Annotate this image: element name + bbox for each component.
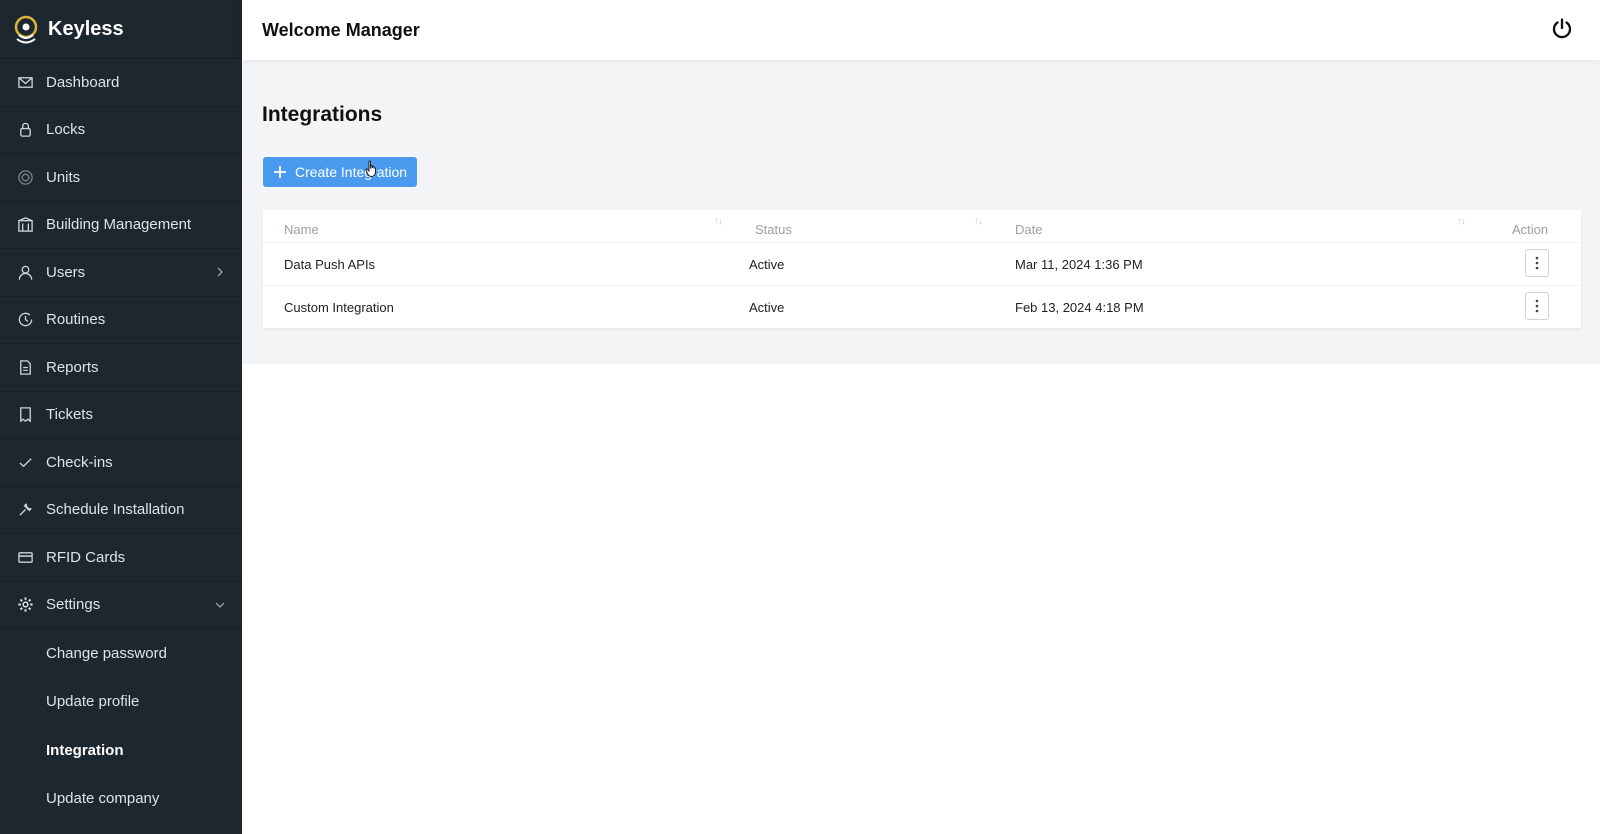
brand[interactable]: Keyless bbox=[0, 0, 242, 59]
units-icon bbox=[16, 168, 34, 186]
sidebar-item-tickets[interactable]: Tickets bbox=[0, 392, 242, 439]
sidebar-item-label: Tickets bbox=[46, 406, 93, 424]
page-title: Integrations bbox=[262, 103, 383, 126]
sidebar-item-label: Check-ins bbox=[46, 453, 113, 471]
sidebar-item-locks[interactable]: Locks bbox=[0, 107, 242, 154]
app-name: Keyless bbox=[48, 17, 124, 40]
sidebar-subitem-change-password[interactable]: Change password bbox=[0, 629, 242, 678]
sidebar-item-label: Users bbox=[46, 263, 86, 281]
sidebar-item-label: Building Management bbox=[46, 216, 192, 234]
sidebar-item-schedule-installation[interactable]: Schedule Installation bbox=[0, 487, 242, 534]
sidebar-item-label: Settings bbox=[46, 596, 101, 614]
cell-date: Feb 13, 2024 4:18 PM bbox=[1015, 300, 1144, 315]
sidebar-subitem-update-company[interactable]: Update company bbox=[0, 775, 242, 824]
mail-icon bbox=[16, 73, 34, 91]
plus-icon bbox=[274, 166, 286, 178]
sidebar-subitem-label: Change password bbox=[46, 644, 167, 662]
cell-date: Mar 11, 2024 1:36 PM bbox=[1015, 257, 1143, 272]
sidebar-item-label: Dashboard bbox=[46, 73, 120, 91]
table-row[interactable]: Custom Integration Active Feb 13, 2024 4… bbox=[263, 285, 1581, 329]
check-icon bbox=[16, 453, 34, 471]
keyless-logo-icon bbox=[14, 15, 38, 44]
cell-name: Custom Integration bbox=[284, 300, 394, 315]
sidebar: Keyless Dashboard Locks Units Building M… bbox=[0, 0, 242, 834]
sort-icon[interactable]: ↑↓ bbox=[1457, 216, 1466, 227]
chevron-right-icon[interactable] bbox=[214, 266, 226, 278]
more-vertical-icon bbox=[1535, 299, 1539, 313]
sidebar-item-reports[interactable]: Reports bbox=[0, 344, 242, 392]
sidebar-item-users[interactable]: Users bbox=[0, 249, 242, 297]
hand-cursor-icon bbox=[365, 160, 376, 177]
tool-icon bbox=[16, 501, 34, 519]
sidebar-item-label: Locks bbox=[46, 121, 86, 139]
column-header-name[interactable]: Name bbox=[284, 222, 319, 237]
sidebar-subitem-update-profile[interactable]: Update profile bbox=[0, 678, 242, 727]
sidebar-subitem-label: Update profile bbox=[46, 693, 140, 711]
sort-icon[interactable]: ↑↓ bbox=[714, 216, 723, 227]
sidebar-item-label: Units bbox=[46, 168, 81, 186]
gear-icon bbox=[16, 596, 34, 614]
card-icon bbox=[16, 548, 34, 566]
sort-icon[interactable]: ↑↓ bbox=[974, 216, 983, 227]
cell-status: Active bbox=[749, 300, 785, 315]
sidebar-item-label: RFID Cards bbox=[46, 548, 126, 566]
integrations-table: Name ↑↓ Status ↑↓ Date ↑↓ Action Data Pu… bbox=[263, 210, 1581, 328]
column-header-action: Action bbox=[1512, 222, 1549, 237]
sidebar-item-check-ins[interactable]: Check-ins bbox=[0, 439, 242, 487]
sidebar-item-label: Routines bbox=[46, 311, 106, 329]
building-icon bbox=[16, 216, 34, 234]
sidebar-item-dashboard[interactable]: Dashboard bbox=[0, 59, 242, 107]
sidebar-item-label: Reports bbox=[46, 358, 99, 376]
row-actions-button[interactable] bbox=[1525, 249, 1549, 277]
cell-name: Data Push APIs bbox=[284, 257, 376, 272]
sidebar-item-settings[interactable]: Settings bbox=[0, 582, 242, 629]
sidebar-subitem-label: Integration bbox=[46, 741, 124, 759]
column-header-date[interactable]: Date bbox=[1015, 222, 1042, 237]
file-icon bbox=[16, 358, 34, 376]
create-integration-button[interactable]: Create Integration bbox=[263, 157, 417, 187]
lock-icon bbox=[16, 121, 34, 139]
table-row[interactable]: Data Push APIs Active Mar 11, 2024 1:36 … bbox=[263, 242, 1581, 286]
chevron-down-icon[interactable] bbox=[214, 599, 226, 611]
sidebar-subitem-integration[interactable]: Integration bbox=[0, 726, 242, 775]
cell-status: Active bbox=[749, 257, 785, 272]
sidebar-item-units[interactable]: Units bbox=[0, 154, 242, 202]
create-integration-label: Create Integration bbox=[295, 164, 408, 180]
user-icon bbox=[16, 263, 34, 281]
top-header: Welcome Manager bbox=[242, 0, 1600, 60]
ticket-icon bbox=[16, 406, 34, 424]
clock-icon bbox=[16, 311, 34, 329]
sidebar-item-rfid-cards[interactable]: RFID Cards bbox=[0, 534, 242, 582]
sidebar-item-label: Schedule Installation bbox=[46, 501, 185, 519]
sidebar-subitem-label: Update company bbox=[46, 790, 160, 808]
power-icon[interactable] bbox=[1550, 17, 1574, 41]
sidebar-item-routines[interactable]: Routines bbox=[0, 297, 242, 344]
column-header-status[interactable]: Status bbox=[755, 222, 792, 237]
sidebar-item-building-management[interactable]: Building Management bbox=[0, 202, 242, 249]
more-vertical-icon bbox=[1535, 256, 1539, 270]
header-title: Welcome Manager bbox=[262, 19, 420, 40]
row-actions-button[interactable] bbox=[1525, 292, 1549, 320]
